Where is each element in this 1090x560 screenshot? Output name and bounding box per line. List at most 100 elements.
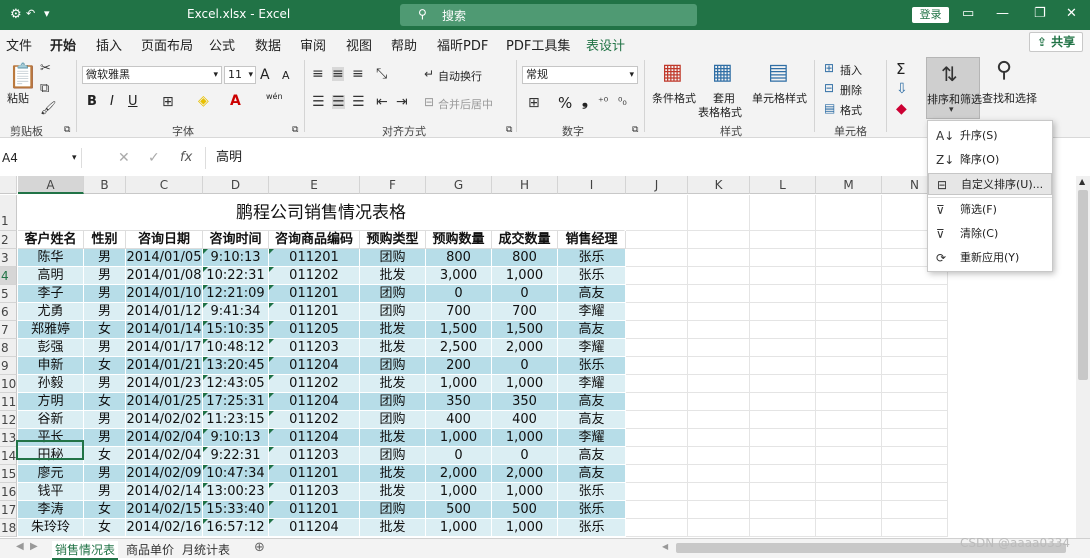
- table-cell[interactable]: 高友: [558, 411, 626, 429]
- table-cell[interactable]: 女: [84, 447, 126, 465]
- sort-filter-button[interactable]: ⇅ 排序和筛选 ▾: [926, 57, 982, 119]
- empty-cell[interactable]: [882, 393, 948, 411]
- empty-cell[interactable]: [882, 447, 948, 465]
- table-cell[interactable]: 0: [492, 447, 558, 465]
- menu-item-custom-sort[interactable]: ⊟ 自定义排序(U)...: [928, 173, 1052, 195]
- paste-button[interactable]: 粘贴: [7, 90, 29, 106]
- table-cell[interactable]: 男: [84, 285, 126, 303]
- table-cell[interactable]: 0: [426, 285, 492, 303]
- quick-access-chevron-icon[interactable]: ▾: [44, 7, 50, 20]
- table-cell[interactable]: 9:22:31: [203, 447, 269, 465]
- empty-cell[interactable]: [816, 393, 882, 411]
- table-cell[interactable]: 1,000: [426, 429, 492, 447]
- empty-cell[interactable]: [750, 195, 816, 231]
- ribbon-display-icon[interactable]: ▭: [962, 6, 974, 21]
- table-cell[interactable]: 李耀: [558, 429, 626, 447]
- accounting-format-icon[interactable]: ⊞: [528, 96, 540, 110]
- table-cell[interactable]: 011204: [269, 357, 360, 375]
- column-header-I[interactable]: I: [558, 176, 626, 194]
- table-cell[interactable]: 200: [426, 357, 492, 375]
- row-header-8[interactable]: 8: [0, 339, 17, 357]
- empty-cell[interactable]: [750, 303, 816, 321]
- empty-cell[interactable]: [626, 357, 688, 375]
- table-cell[interactable]: 10:22:31: [203, 267, 269, 285]
- format-as-table-icon[interactable]: ▦: [712, 62, 733, 84]
- empty-cell[interactable]: [816, 303, 882, 321]
- table-cell[interactable]: 高友: [558, 321, 626, 339]
- table-cell[interactable]: 女: [84, 519, 126, 537]
- empty-cell[interactable]: [750, 339, 816, 357]
- minimize-button[interactable]: —: [996, 6, 1009, 21]
- table-cell[interactable]: 011201: [269, 303, 360, 321]
- table-cell[interactable]: 0: [492, 285, 558, 303]
- table-cell[interactable]: 1,000: [426, 519, 492, 537]
- empty-cell[interactable]: [688, 429, 750, 447]
- empty-cell[interactable]: [688, 465, 750, 483]
- copy-icon[interactable]: ⧉: [40, 82, 49, 95]
- fill-icon[interactable]: ⇩: [896, 82, 908, 96]
- table-cell[interactable]: 2014/01/14: [126, 321, 203, 339]
- column-header-L[interactable]: L: [750, 176, 816, 194]
- table-cell[interactable]: 李子: [18, 285, 84, 303]
- table-cell[interactable]: 2,500: [426, 339, 492, 357]
- menu-item-sort-descending[interactable]: Z↓ 降序(O): [928, 149, 1052, 171]
- table-cell[interactable]: 1,000: [492, 483, 558, 501]
- empty-cell[interactable]: [688, 357, 750, 375]
- table-cell[interactable]: 011201: [269, 465, 360, 483]
- empty-cell[interactable]: [882, 357, 948, 375]
- table-cell[interactable]: 批发: [360, 519, 426, 537]
- table-cell[interactable]: 彭强: [18, 339, 84, 357]
- vertical-scrollbar[interactable]: ▲: [1076, 176, 1090, 538]
- align-right-icon[interactable]: ☰: [352, 95, 365, 109]
- empty-cell[interactable]: [626, 519, 688, 537]
- insert-cells-button[interactable]: 插入: [840, 62, 862, 78]
- empty-cell[interactable]: [816, 321, 882, 339]
- table-cell[interactable]: 12:43:05: [203, 375, 269, 393]
- tab-pdf-tools[interactable]: PDF工具集: [506, 35, 570, 54]
- underline-button[interactable]: U: [128, 94, 138, 109]
- table-cell[interactable]: 011201: [269, 285, 360, 303]
- empty-cell[interactable]: [750, 267, 816, 285]
- empty-cell[interactable]: [626, 483, 688, 501]
- table-cell[interactable]: 批发: [360, 339, 426, 357]
- table-cell[interactable]: 400: [492, 411, 558, 429]
- table-cell[interactable]: 500: [426, 501, 492, 519]
- sheet-title-cell[interactable]: 鹏程公司销售情况表格: [18, 195, 625, 231]
- empty-cell[interactable]: [750, 231, 816, 249]
- empty-cell[interactable]: [688, 483, 750, 501]
- empty-cell[interactable]: [816, 375, 882, 393]
- table-header-cell[interactable]: 咨询商品编码: [269, 231, 360, 249]
- row-header-5[interactable]: 5: [0, 285, 17, 303]
- table-cell[interactable]: 男: [84, 411, 126, 429]
- row-header-14[interactable]: 14: [0, 447, 17, 465]
- table-cell[interactable]: 011204: [269, 519, 360, 537]
- decrease-indent-icon[interactable]: ⇤: [376, 95, 388, 109]
- empty-cell[interactable]: [750, 321, 816, 339]
- comma-button[interactable]: ❟: [582, 92, 588, 110]
- row-header-12[interactable]: 12: [0, 411, 17, 429]
- table-cell[interactable]: 陈华: [18, 249, 84, 267]
- table-cell[interactable]: 团购: [360, 303, 426, 321]
- column-header-J[interactable]: J: [626, 176, 688, 194]
- table-cell[interactable]: 011203: [269, 447, 360, 465]
- table-cell[interactable]: 500: [492, 501, 558, 519]
- row-header-4[interactable]: 4: [0, 267, 17, 285]
- empty-cell[interactable]: [626, 231, 688, 249]
- conditional-format-icon[interactable]: ▦: [662, 62, 683, 84]
- table-cell[interactable]: 2014/02/04: [126, 429, 203, 447]
- table-cell[interactable]: 男: [84, 303, 126, 321]
- insert-function-button[interactable]: fx: [180, 150, 192, 165]
- empty-cell[interactable]: [882, 339, 948, 357]
- empty-cell[interactable]: [882, 501, 948, 519]
- empty-cell[interactable]: [882, 429, 948, 447]
- table-cell[interactable]: 9:10:13: [203, 249, 269, 267]
- table-cell[interactable]: 1,000: [492, 375, 558, 393]
- row-header-7[interactable]: 7: [0, 321, 17, 339]
- empty-cell[interactable]: [750, 465, 816, 483]
- table-cell[interactable]: 011203: [269, 339, 360, 357]
- table-cell[interactable]: 2014/01/25: [126, 393, 203, 411]
- table-cell[interactable]: 女: [84, 393, 126, 411]
- autosum-button[interactable]: Σ: [896, 60, 905, 78]
- empty-cell[interactable]: [750, 249, 816, 267]
- table-cell[interactable]: 团购: [360, 447, 426, 465]
